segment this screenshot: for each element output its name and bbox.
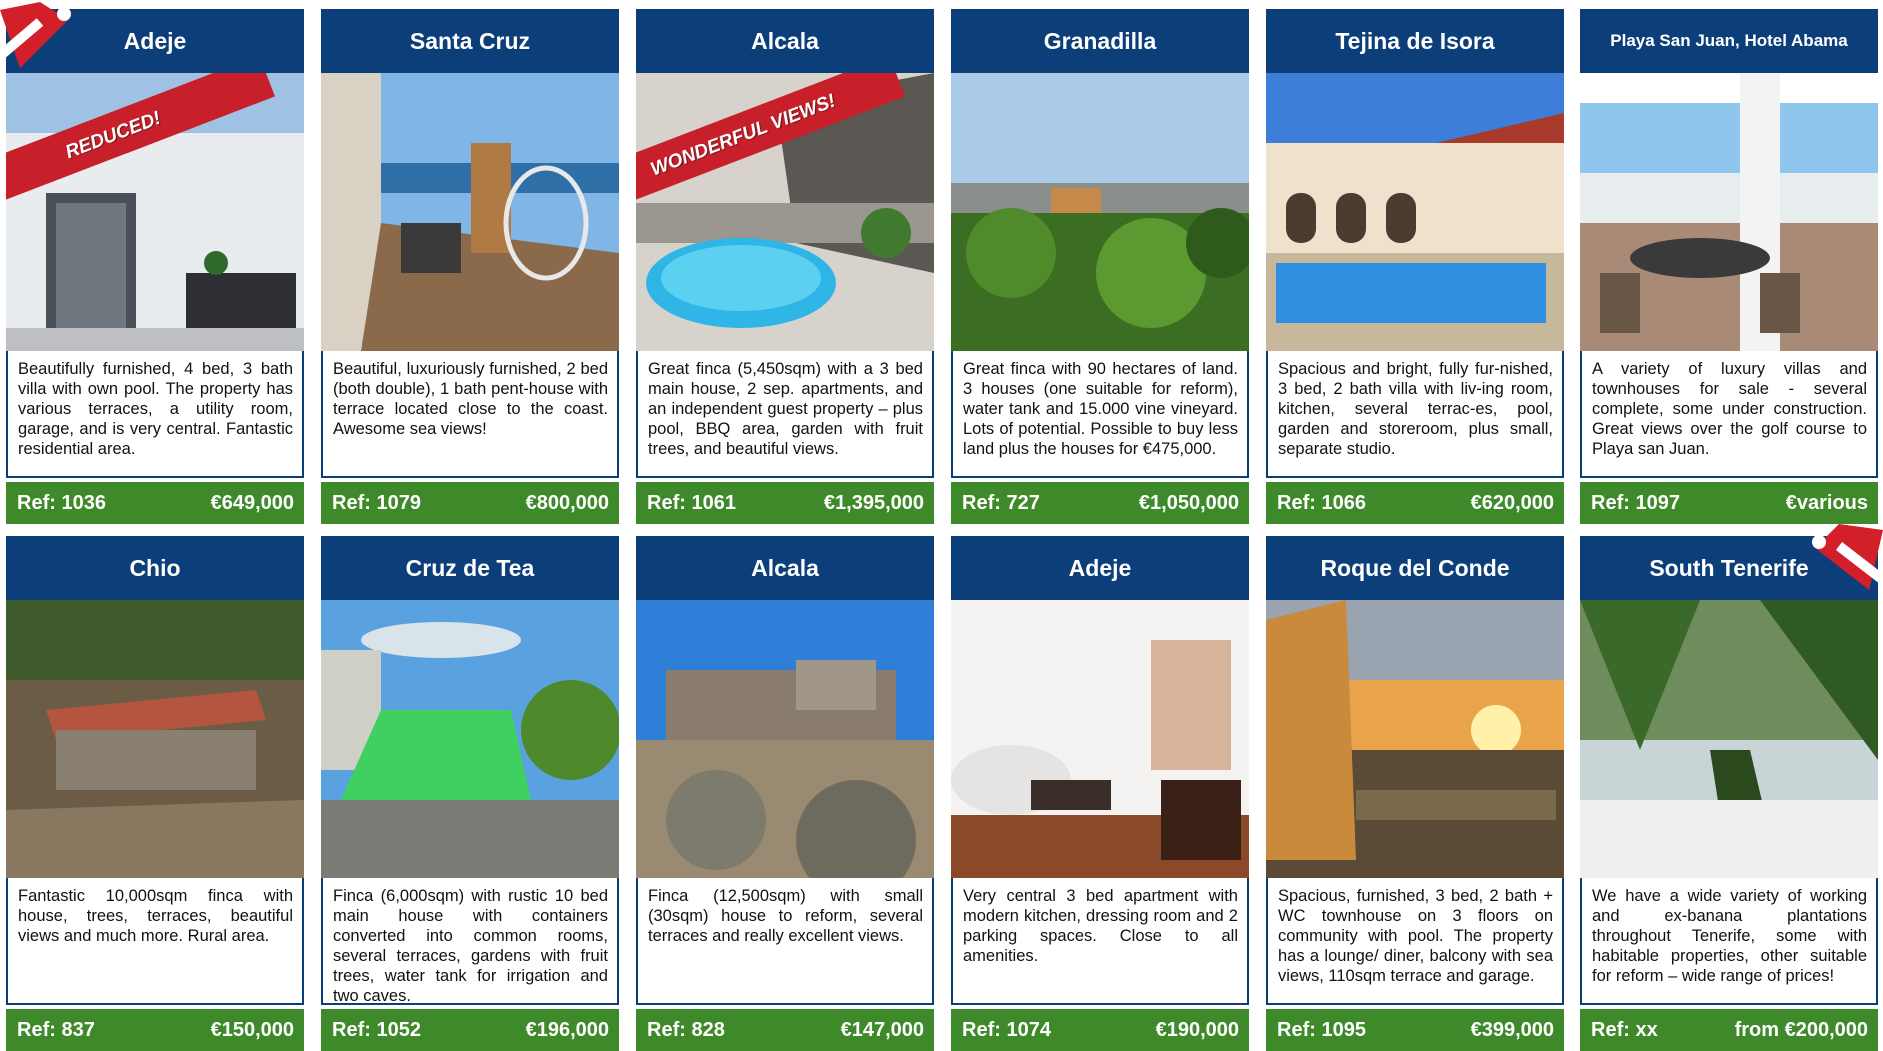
- listing-footer: Ref: 1079 €800,000: [321, 482, 619, 524]
- property-photo[interactable]: [1580, 73, 1878, 351]
- listings-grid: Adeje REDUCED! Beautifully furnished, 4 …: [0, 0, 1883, 1051]
- listing-description: Very central 3 bed apartment with modern…: [951, 878, 1249, 1005]
- listing-location: Cruz de Tea: [321, 536, 619, 600]
- listing-price: €196,000: [525, 1018, 609, 1041]
- listing-ref: Ref: 727: [962, 491, 1040, 514]
- listing-description: Finca (12,500sqm) with small (30sqm) hou…: [636, 878, 934, 1005]
- listing-footer: Ref: 727 €1,050,000: [951, 482, 1249, 524]
- listing-ref: Ref: 1066: [1277, 491, 1366, 514]
- property-photo[interactable]: REDUCED!: [6, 73, 304, 351]
- listing-description: Spacious, furnished, 3 bed, 2 bath + WC …: [1266, 878, 1564, 1005]
- listing-ref: Ref: 828: [647, 1018, 725, 1041]
- listing-price: €800,000: [525, 491, 609, 514]
- listing-ref: Ref: 1095: [1277, 1018, 1366, 1041]
- listing-price: €649,000: [210, 491, 294, 514]
- property-photo[interactable]: [321, 73, 619, 351]
- listing-description: Spacious and bright, fully fur-nished, 3…: [1266, 351, 1564, 478]
- listing-price: from €200,000: [1734, 1018, 1868, 1041]
- listing-footer: Ref: 1074 €190,000: [951, 1009, 1249, 1051]
- listing-description: We have a wide variety of working and ex…: [1580, 878, 1878, 1005]
- listing-description: Great finca (5,450sqm) with a 3 bed main…: [636, 351, 934, 478]
- listing-price: €1,050,000: [1138, 491, 1239, 514]
- listing-footer: Ref: 1095 €399,000: [1266, 1009, 1564, 1051]
- listing-price: €399,000: [1470, 1018, 1554, 1041]
- property-photo[interactable]: [1580, 600, 1878, 878]
- listing-footer: Ref: xx from €200,000: [1580, 1009, 1878, 1051]
- listing-ref: Ref: 1061: [647, 491, 736, 514]
- listing-description: Beautiful, luxuriously furnished, 2 bed …: [321, 351, 619, 478]
- property-photo[interactable]: [6, 600, 304, 878]
- listing-footer: Ref: 1097 €various: [1580, 482, 1878, 524]
- listing-price: €147,000: [840, 1018, 924, 1041]
- listing-description: Great finca with 90 hectares of land. 3 …: [951, 351, 1249, 478]
- listing-ref: Ref: 837: [17, 1018, 95, 1041]
- listing-footer: Ref: 1061 €1,395,000: [636, 482, 934, 524]
- santa-hat-icon: [1809, 520, 1883, 594]
- listing-footer: Ref: 828 €147,000: [636, 1009, 934, 1051]
- listing-description: A variety of luxury villas and townhouse…: [1580, 351, 1878, 478]
- listing-price: €150,000: [210, 1018, 294, 1041]
- listing-location: Roque del Conde: [1266, 536, 1564, 600]
- listing-location: Playa San Juan, Hotel Abama: [1580, 9, 1878, 73]
- property-photo[interactable]: [951, 73, 1249, 351]
- property-photo[interactable]: [951, 600, 1249, 878]
- listing-location: Tejina de Isora: [1266, 9, 1564, 73]
- property-photo[interactable]: WONDERFUL VIEWS!: [636, 73, 934, 351]
- listing-price: €various: [1785, 491, 1868, 514]
- listing-price: €620,000: [1470, 491, 1554, 514]
- listing-ref: Ref: 1074: [962, 1018, 1051, 1041]
- listing-ref: Ref: 1079: [332, 491, 421, 514]
- property-photo[interactable]: [321, 600, 619, 878]
- listing-footer: Ref: 1052 €196,000: [321, 1009, 619, 1051]
- property-photo[interactable]: [1266, 600, 1564, 878]
- listing-footer: Ref: 1066 €620,000: [1266, 482, 1564, 524]
- listing-location: Alcala: [636, 536, 934, 600]
- listing-price: €1,395,000: [823, 491, 924, 514]
- listing-price: €190,000: [1155, 1018, 1239, 1041]
- listing-location: Granadilla: [951, 9, 1249, 73]
- listing-location: Santa Cruz: [321, 9, 619, 73]
- listing-ref: Ref: 1036: [17, 491, 106, 514]
- listing-ref: Ref: xx: [1591, 1018, 1658, 1041]
- santa-hat-icon: [0, 0, 74, 74]
- listing-ref: Ref: 1052: [332, 1018, 421, 1041]
- listing-description: Fantastic 10,000sqm finca with house, tr…: [6, 878, 304, 1005]
- listing-description: Beautifully furnished, 4 bed, 3 bath vil…: [6, 351, 304, 478]
- property-photo[interactable]: [636, 600, 934, 878]
- listing-location: Adeje: [951, 536, 1249, 600]
- listing-ref: Ref: 1097: [1591, 491, 1680, 514]
- listing-description: Finca (6,000sqm) with rustic 10 bed main…: [321, 878, 619, 1005]
- listing-footer: Ref: 837 €150,000: [6, 1009, 304, 1051]
- property-photo[interactable]: [1266, 73, 1564, 351]
- listing-location: Alcala: [636, 9, 934, 73]
- listing-location: Chio: [6, 536, 304, 600]
- listing-footer: Ref: 1036 €649,000: [6, 482, 304, 524]
